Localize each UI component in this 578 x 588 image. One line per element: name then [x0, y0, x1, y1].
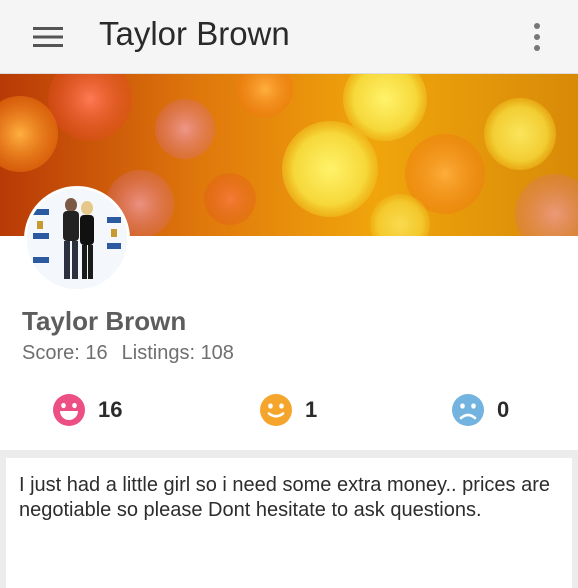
- neutral-count: 1: [305, 397, 318, 422]
- app-title: Taylor Brown: [99, 15, 290, 52]
- rating-sad[interactable]: 0: [451, 393, 509, 427]
- sad-face-icon: [452, 394, 484, 426]
- avatar[interactable]: [24, 186, 130, 292]
- more-vert-icon[interactable]: [518, 12, 556, 62]
- sad-count: 0: [497, 397, 510, 422]
- bio-text: I just had a little girl so i need some …: [19, 474, 550, 521]
- rating-neutral[interactable]: 1: [259, 393, 317, 427]
- listings-label: Listings:: [121, 342, 195, 364]
- bio-card: I just had a little girl so i need some …: [6, 458, 572, 588]
- app-bar: Taylor Brown: [0, 0, 578, 74]
- hamburger-menu-icon[interactable]: [26, 20, 70, 54]
- happy-face-icon: [53, 394, 85, 426]
- neutral-face-icon: [260, 394, 292, 426]
- happy-count: 16: [98, 397, 123, 422]
- score-value: 16: [85, 342, 108, 364]
- profile-stats: Score: 16 Listings: 108: [22, 342, 234, 365]
- rating-happy[interactable]: 16: [52, 393, 122, 427]
- profile-name: Taylor Brown: [22, 306, 187, 336]
- listings-value: 108: [200, 342, 234, 364]
- score-label: Score:: [22, 342, 80, 364]
